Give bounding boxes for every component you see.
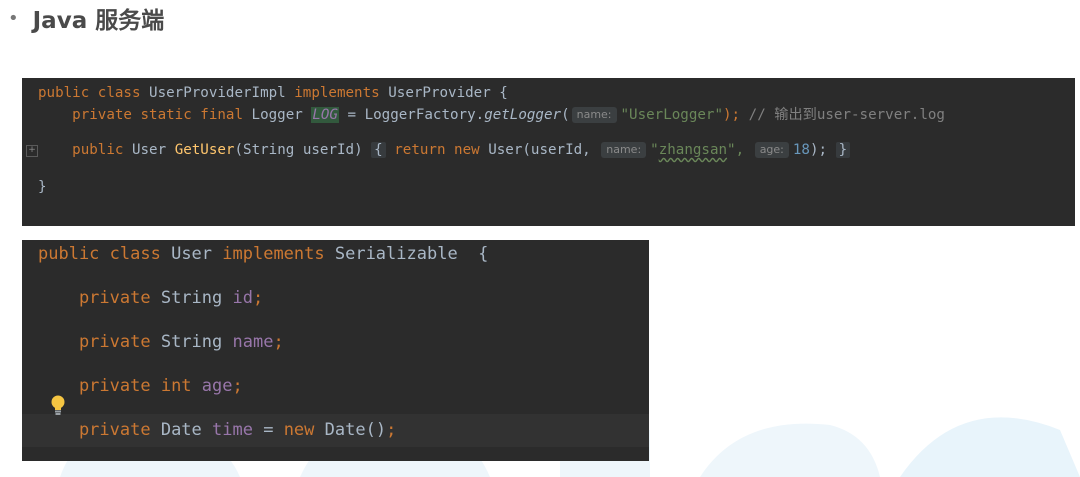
semicolon: ;	[273, 332, 284, 352]
logger-assign: = LoggerFactory.	[338, 107, 485, 123]
interface-name: UserProvider {	[388, 85, 508, 101]
fold-collapse-icon[interactable]: +	[26, 145, 38, 157]
class-name: UserProviderImpl	[149, 85, 295, 101]
return-type: User	[131, 142, 175, 158]
field-id: id	[232, 288, 253, 308]
semicolon: ;	[252, 288, 264, 308]
paren-close: );	[809, 142, 836, 158]
logger-modifiers: private static final	[38, 107, 252, 123]
field-type: Date	[160, 420, 213, 440]
paren-close: );	[723, 107, 741, 123]
closing-brace: }	[38, 179, 47, 195]
code-line-getuser: public User GetUser(String userId) { ret…	[38, 142, 851, 158]
semicolon: ;	[232, 376, 243, 396]
code-line-field-age: private int age;	[38, 376, 243, 396]
semicolon: ;	[386, 420, 397, 440]
keyword-private: private	[38, 288, 161, 308]
field-name: name	[232, 332, 274, 352]
log-field: LOG	[311, 107, 339, 123]
param-hint-age: age:	[754, 142, 789, 158]
code-line-class-decl: public class UserProviderImpl implements…	[38, 85, 508, 101]
class-name: User	[171, 244, 223, 264]
quote-open: "	[650, 142, 659, 158]
field-type: int	[160, 376, 202, 396]
keyword-implements: implements	[294, 85, 389, 101]
keyword-private: private	[38, 332, 161, 352]
bullet-point: •	[8, 7, 19, 29]
string-zhangsan: zhangsan	[658, 142, 728, 158]
keyword-class: class	[97, 85, 150, 101]
code-line-logger: private static final Logger LOG = Logger…	[38, 104, 945, 124]
keyword-public: public	[38, 85, 98, 101]
field-time: time	[212, 420, 253, 440]
method-params: (String userId)	[234, 142, 372, 158]
code-line-field-time: private Date time = new Date();	[38, 420, 396, 440]
code-line-field-id: private String id;	[38, 288, 263, 308]
keyword-private: private	[38, 376, 161, 396]
keyword-public: public	[38, 142, 132, 158]
code-panel-user-class[interactable]: public class User implements Serializabl…	[22, 240, 649, 461]
field-type: String	[160, 288, 233, 308]
code-line-close: }	[38, 179, 47, 195]
code-line-class-decl: public class User implements Serializabl…	[38, 244, 488, 264]
number-age: 18	[792, 142, 810, 158]
keyword-implements: implements	[222, 244, 335, 264]
method-getuser: GetUser	[174, 142, 235, 158]
param-hint-name: name:	[601, 142, 647, 158]
param-hint-name: name:	[571, 107, 617, 123]
slide-heading: • Java 服务端	[8, 2, 165, 35]
quote-close: ",	[727, 142, 745, 158]
heading-title: Java 服务端	[32, 8, 165, 34]
code-comment: // 输出到user-server.log	[740, 107, 945, 123]
lightbulb-intention-icon[interactable]	[50, 395, 66, 417]
keyword-class: class	[109, 244, 172, 264]
keyword-new: new	[283, 420, 325, 440]
date-constructor: Date()	[324, 420, 387, 440]
field-type: String	[160, 332, 233, 352]
logger-type: Logger	[251, 107, 312, 123]
keyword-public: public	[38, 244, 110, 264]
keyword-private: private	[38, 420, 161, 440]
folded-brace-open[interactable]: {	[371, 142, 386, 158]
keyword-return-new: return new	[385, 142, 489, 158]
string-userlogger: "UserLogger"	[620, 107, 724, 123]
getlogger-call: getLogger	[484, 107, 562, 123]
code-line-field-name: private String name;	[38, 332, 284, 352]
paren-open: (	[561, 107, 570, 123]
field-age: age	[201, 376, 233, 396]
user-constructor: User(userId,	[488, 142, 600, 158]
interface-name: Serializable {	[334, 244, 489, 264]
assign-operator: =	[252, 420, 284, 440]
folded-brace-close[interactable]: }	[835, 142, 851, 158]
code-panel-provider-impl[interactable]: public class UserProviderImpl implements…	[22, 78, 1075, 226]
